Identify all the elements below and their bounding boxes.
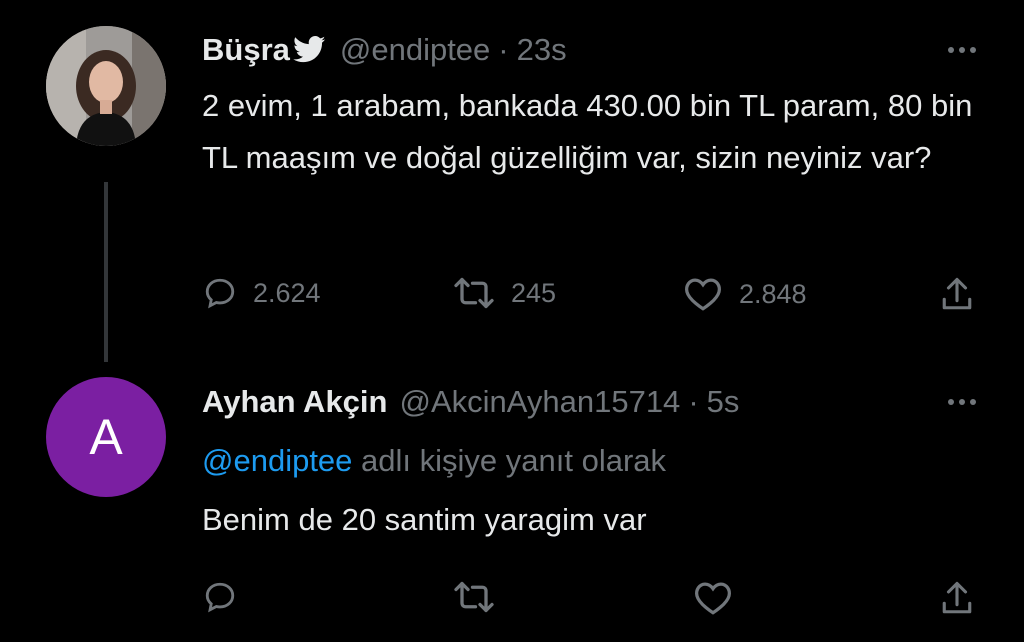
replying-to-label: adlı kişiye yanıt olarak	[352, 443, 667, 478]
more-icon[interactable]	[948, 47, 976, 53]
heart-icon	[685, 278, 721, 311]
replying-to: @endiptee adlı kişiye yanıt olarak	[202, 443, 666, 479]
retweet-button[interactable]	[453, 580, 495, 614]
reply-button[interactable]: 2.624	[203, 276, 321, 310]
reply-icon	[205, 278, 235, 309]
retweet-count: 245	[511, 277, 557, 308]
separator: ·	[498, 32, 509, 67]
retweet-button[interactable]: 245	[453, 276, 556, 310]
mention-link[interactable]: @endiptee	[202, 443, 352, 478]
reply-count: 2.624	[253, 277, 321, 308]
tweet-original[interactable]: Büşra @endiptee · 23s 2 evim, 1 arabam, …	[0, 0, 1024, 360]
tweet-text: Benim de 20 santim yaragim var	[202, 502, 647, 537]
like-button[interactable]: 2.848	[683, 276, 807, 312]
author-handle[interactable]: @AkcinAyhan15714	[399, 384, 680, 420]
tweet-actions	[0, 580, 1024, 620]
tweet-actions: 2.624 245 2.848	[0, 276, 1024, 316]
bird-badge-icon	[292, 36, 326, 69]
tweet-header: Büşra @endiptee · 23s	[202, 32, 567, 68]
share-button[interactable]	[940, 276, 974, 314]
share-button[interactable]	[940, 580, 974, 618]
share-icon	[942, 581, 972, 614]
heart-icon	[695, 582, 731, 615]
tweet-header: Ayhan Akçin @AkcinAyhan15714 · 5s	[202, 384, 739, 420]
retweet-icon	[454, 581, 494, 613]
tweet-reply[interactable]: A Ayhan Akçin @AkcinAyhan15714 · 5s @end…	[0, 360, 1024, 642]
reply-icon	[205, 582, 235, 613]
tweet-text: 2 evim, 1 arabam, bankada 430.00 bin TL …	[202, 88, 973, 175]
author-name[interactable]: Büşra	[202, 32, 290, 68]
like-button[interactable]	[693, 580, 733, 616]
like-count: 2.848	[739, 278, 807, 309]
author-handle[interactable]: @endiptee	[340, 32, 490, 68]
separator: ·	[688, 384, 699, 419]
retweet-icon	[454, 277, 494, 309]
tweet-time[interactable]: 23s	[517, 32, 567, 68]
tweet-time[interactable]: 5s	[707, 384, 740, 420]
avatar[interactable]: A	[46, 377, 166, 497]
more-icon[interactable]	[948, 399, 976, 405]
reply-button[interactable]	[203, 580, 237, 614]
avatar-photo	[46, 26, 166, 146]
avatar-letter: A	[89, 409, 123, 465]
avatar[interactable]	[46, 26, 166, 146]
share-icon	[942, 277, 972, 310]
author-name[interactable]: Ayhan Akçin	[202, 384, 387, 420]
